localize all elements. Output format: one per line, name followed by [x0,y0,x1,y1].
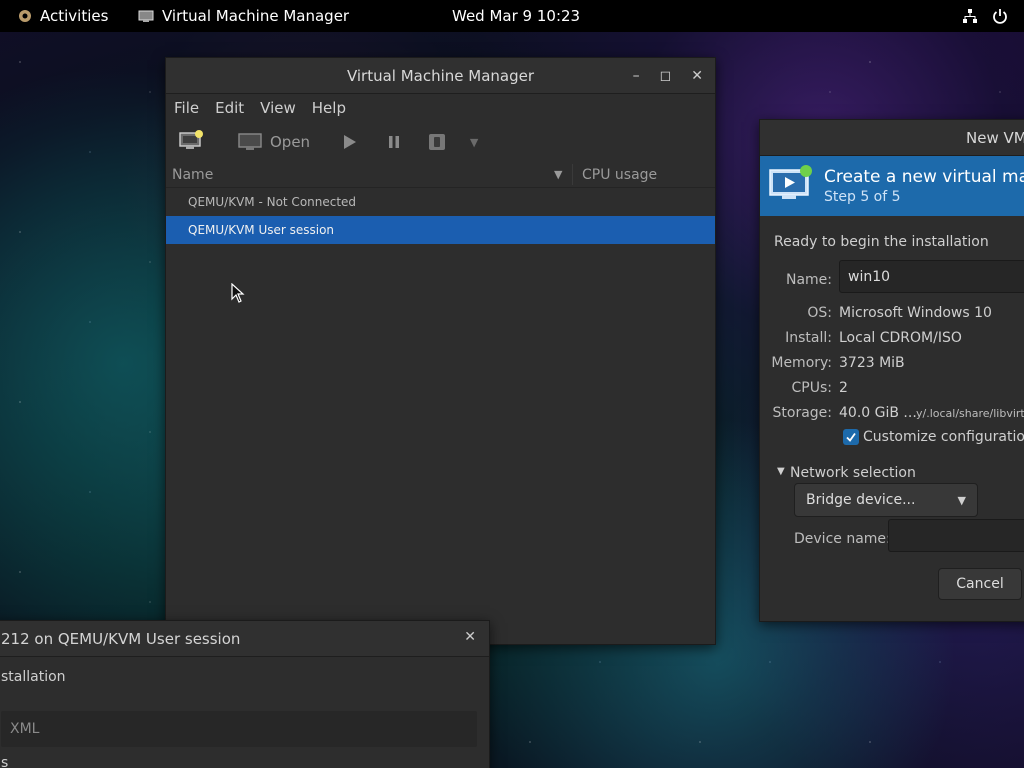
install-value: Local CDROM/ISO [839,330,962,346]
connection-label: QEMU/KVM User session [188,223,335,237]
main-titlebar[interactable]: Virtual Machine Manager – ◻ ✕ [166,58,715,94]
activities-button[interactable]: Activities [18,0,108,32]
app-name: Virtual Machine Manager [162,7,350,25]
os-value: Microsoft Windows 10 [839,305,992,321]
power-icon[interactable] [992,8,1008,24]
chevron-down-icon: ▼ [957,494,966,507]
maximize-icon[interactable]: ◻ [660,68,672,84]
close-icon[interactable]: ✕ [464,629,476,645]
vm-details-title: 212 on QEMU/KVM User session [1,629,241,648]
storage-label: Storage: [772,405,833,421]
details-row-label: s [1,755,9,768]
installation-label: stallation [1,669,66,685]
new-vm-banner-icon [768,164,814,208]
menu-help[interactable]: Help [312,99,346,117]
new-vm-button[interactable] [178,128,206,156]
toolbar: Open ▼ [166,122,715,162]
customize-checkbox[interactable] [843,429,859,445]
window-title: Virtual Machine Manager [346,66,535,85]
network-select-value: Bridge device... [806,492,916,508]
pause-icon[interactable] [382,128,406,156]
shutdown-menu-chevron-icon[interactable]: ▼ [465,128,483,156]
device-name-field[interactable] [888,519,1024,552]
open-button[interactable]: Open [270,128,310,156]
wizard-step: Step 5 of 5 [824,189,901,205]
xml-tab[interactable]: XML [1,711,477,747]
checkmark-icon [846,432,856,442]
main-window: Virtual Machine Manager – ◻ ✕ File Edit … [165,57,716,645]
app-menu[interactable]: Virtual Machine Manager [138,0,349,32]
memory-value: 3723 MiB [839,355,905,371]
wizard-heading: Create a new virtual mach [824,167,1024,187]
new-vm-title: New VM [966,128,1024,147]
name-label: Name: [785,272,832,288]
menu-file[interactable]: File [174,99,199,117]
column-separator [572,164,573,185]
cpus-label: CPUs: [791,380,832,396]
cancel-button[interactable]: Cancel [938,568,1022,600]
run-icon[interactable] [338,128,362,156]
minimize-icon[interactable]: – [633,68,640,84]
new-vm-icon [179,129,205,155]
connection-row-user-session[interactable]: QEMU/KVM User session [166,216,715,244]
virt-manager-icon [138,9,154,23]
cpus-value: 2 [839,380,848,396]
storage-path: y/.local/share/libvirt [916,407,1024,420]
clock[interactable]: Wed Mar 9 10:23 [452,0,580,32]
name-field[interactable]: win10 [839,260,1024,293]
connection-row-system[interactable]: QEMU/KVM - Not Connected [166,188,715,216]
vm-details-titlebar[interactable]: 212 on QEMU/KVM User session ✕ [0,621,489,657]
network-icon[interactable] [962,8,978,24]
ready-text: Ready to begin the installation [774,234,989,250]
connection-label: QEMU/KVM - Not Connected [188,195,357,209]
new-vm-window: New VM Create a new virtual mach Step 5 … [759,119,1024,622]
menu-edit[interactable]: Edit [215,99,244,117]
sort-chevron-icon[interactable]: ▼ [554,168,562,181]
os-label: OS: [807,305,832,321]
memory-label: Memory: [771,355,832,371]
column-name[interactable]: Name [172,167,213,183]
network-select[interactable]: Bridge device... ▼ [794,483,978,517]
top-bar: Activities Virtual Machine Manager Wed M… [0,0,1024,32]
shutdown-icon[interactable] [425,128,449,156]
expander-chevron-icon[interactable]: ▼ [777,466,785,477]
column-cpu-usage[interactable]: CPU usage [582,167,657,183]
new-vm-titlebar[interactable]: New VM [760,120,1024,156]
system-tray[interactable] [962,0,1008,32]
customize-label[interactable]: Customize configuration [863,429,1024,445]
network-selection-label[interactable]: Network selection [790,465,916,481]
close-icon[interactable]: ✕ [691,68,703,84]
activities-label: Activities [40,7,109,25]
list-header: Name ▼ CPU usage [166,162,715,188]
fedora-logo-icon [18,9,32,23]
vm-details-window: 212 on QEMU/KVM User session ✕ stallatio… [0,620,490,768]
menubar: File Edit View Help [166,94,715,122]
install-label: Install: [785,330,832,346]
wizard-banner: Create a new virtual mach Step 5 of 5 [760,156,1024,216]
open-console-icon[interactable] [236,128,264,156]
mouse-pointer-icon [231,282,245,307]
menu-view[interactable]: View [260,99,296,117]
storage-value: 40.0 GiB ... [839,405,917,421]
device-name-label: Device name: [794,531,891,547]
